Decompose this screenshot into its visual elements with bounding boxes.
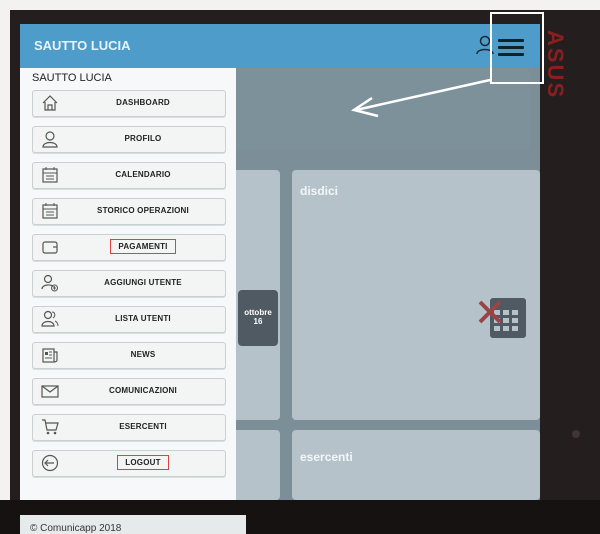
sidebar-item-label: ESERCENTI [119, 422, 167, 431]
sidebar-item-label: AGGIUNGI UTENTE [104, 278, 182, 287]
esercenti-label: esercenti [300, 450, 353, 464]
users-icon [41, 310, 59, 328]
sidebar-item-label: CALENDARIO [115, 170, 171, 179]
sidebar-item-dashboard[interactable]: DASHBOARD [32, 90, 226, 117]
calendar-day: 16 [253, 317, 263, 326]
sidebar-item-esercenti[interactable]: ESERCENTI [32, 414, 226, 441]
logout-icon [41, 454, 59, 472]
calendar-icon: ottobre 16 [238, 290, 278, 346]
user-icon [41, 130, 59, 148]
sidebar-item-label: PROFILO [124, 134, 162, 143]
add-user-icon [41, 274, 59, 292]
newspaper-icon [41, 346, 59, 364]
logout-highlight: LOGOUT [117, 455, 169, 470]
sidebar-user-name: SAUTTO LUCIA [32, 72, 112, 84]
sidebar-item-lista-utenti[interactable]: LISTA UTENTI [32, 306, 226, 333]
annotation-highlight-box [490, 12, 544, 84]
sidebar-item-label: LOGOUT [61, 455, 225, 470]
sidebar-item-storico-operazioni[interactable]: STORICO OPERAZIONI [32, 198, 226, 225]
sidebar-item-label: NEWS [130, 350, 156, 359]
sidebar-item-label: STORICO OPERAZIONI [97, 206, 189, 215]
sidebar-item-label: LISTA UTENTI [115, 314, 171, 323]
sidebar-item-calendario[interactable]: CALENDARIO [32, 162, 226, 189]
sidebar-item-comunicazioni[interactable]: COMUNICAZIONI [32, 378, 226, 405]
sidebar-item-aggiungi-utente[interactable]: AGGIUNGI UTENTE [32, 270, 226, 297]
app-header: SAUTTO LUCIA [20, 24, 540, 68]
esercenti-tile[interactable]: esercenti [292, 430, 540, 500]
annotation-arrow-icon [350, 78, 491, 118]
envelope-icon [41, 382, 59, 400]
calendar-icon [41, 202, 59, 220]
camera-dot [572, 430, 580, 438]
calendar-month: ottobre [244, 308, 272, 317]
cart-icon [41, 418, 59, 436]
calendar-icon [41, 166, 59, 184]
photo-margin-left [0, 0, 10, 534]
sidebar-item-profilo[interactable]: PROFILO [32, 126, 226, 153]
wallet-icon [41, 238, 59, 256]
sidebar-item-label: COMUNICAZIONI [109, 386, 177, 395]
disdici-label: disdici [300, 184, 339, 198]
sidebar-item-logout[interactable]: LOGOUT [32, 450, 226, 477]
sidebar-item-label: PAGAMENTI [61, 239, 225, 254]
home-icon [41, 94, 59, 112]
photo-margin-top [0, 0, 600, 10]
app-title: SAUTTO LUCIA [34, 38, 131, 53]
footer-copyright: © Comunicapp 2018 [20, 515, 246, 534]
pagamenti-highlight: PAGAMENTI [110, 239, 176, 254]
disdici-tile[interactable]: disdici [292, 170, 540, 420]
sidebar-item-label: DASHBOARD [116, 98, 170, 107]
sidebar-item-news[interactable]: NEWS [32, 342, 226, 369]
cancel-calendar-icon [478, 288, 528, 342]
sidebar-item-pagamenti[interactable]: PAGAMENTI [32, 234, 226, 261]
sidebar-drawer: SAUTTO LUCIA DASHBOARD PROFILO CALENDARI… [20, 68, 236, 500]
